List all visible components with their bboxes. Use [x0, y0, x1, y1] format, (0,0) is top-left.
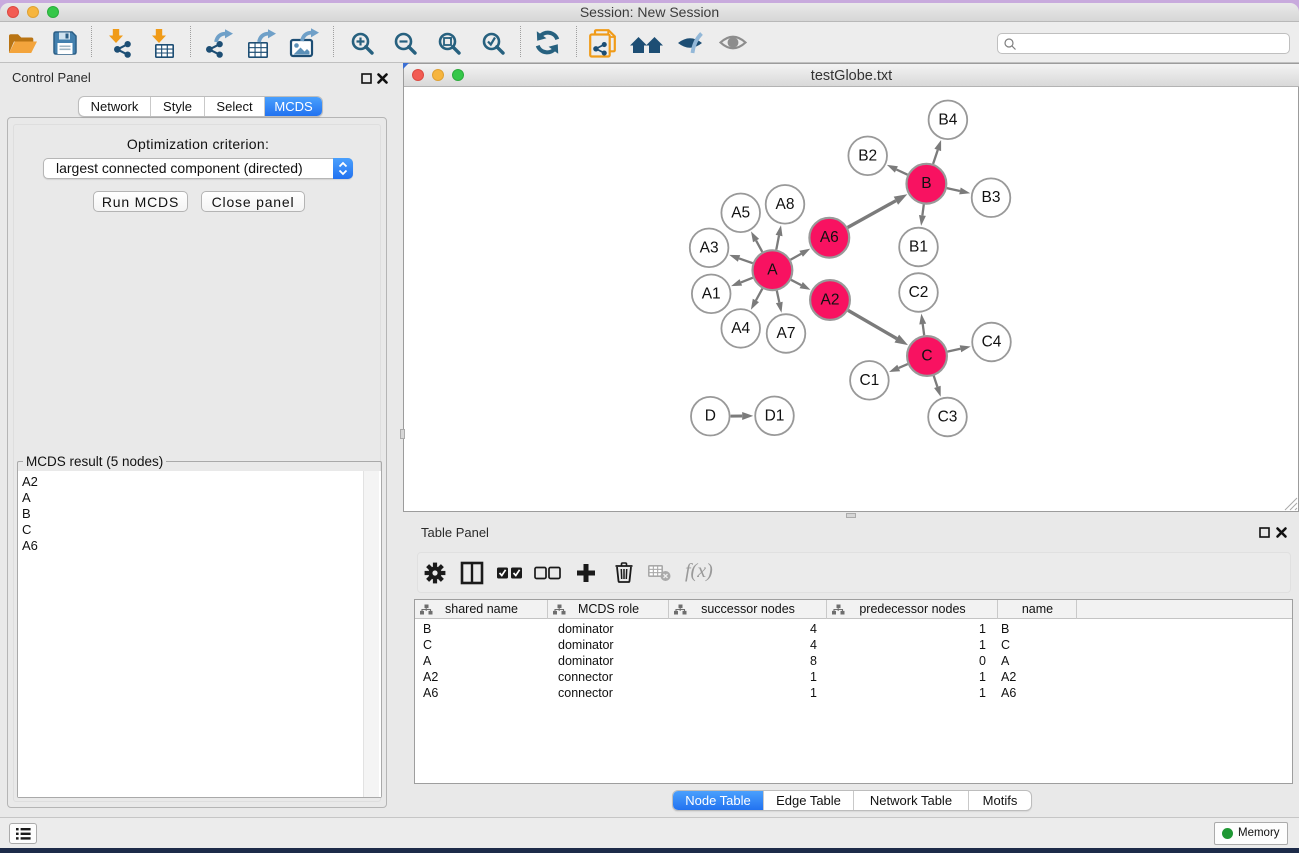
svg-text:C2: C2	[909, 284, 929, 301]
svg-text:D1: D1	[765, 407, 785, 424]
svg-text:B4: B4	[938, 111, 957, 128]
svg-text:A2: A2	[821, 292, 840, 309]
svg-text:C3: C3	[938, 409, 958, 426]
svg-text:C: C	[921, 348, 932, 365]
svg-text:A: A	[767, 262, 778, 279]
svg-text:A8: A8	[776, 196, 795, 213]
svg-text:A4: A4	[731, 320, 750, 337]
svg-text:A5: A5	[731, 204, 750, 221]
svg-text:C1: C1	[859, 372, 879, 389]
svg-text:A1: A1	[702, 285, 721, 302]
svg-text:B2: B2	[858, 147, 877, 164]
svg-text:C4: C4	[982, 334, 1002, 351]
svg-text:B3: B3	[982, 189, 1001, 206]
svg-text:D: D	[705, 408, 716, 425]
svg-text:B1: B1	[909, 239, 928, 256]
svg-text:B: B	[921, 175, 931, 192]
svg-text:A6: A6	[820, 229, 839, 246]
svg-text:A3: A3	[700, 239, 719, 256]
svg-text:A7: A7	[777, 325, 796, 342]
